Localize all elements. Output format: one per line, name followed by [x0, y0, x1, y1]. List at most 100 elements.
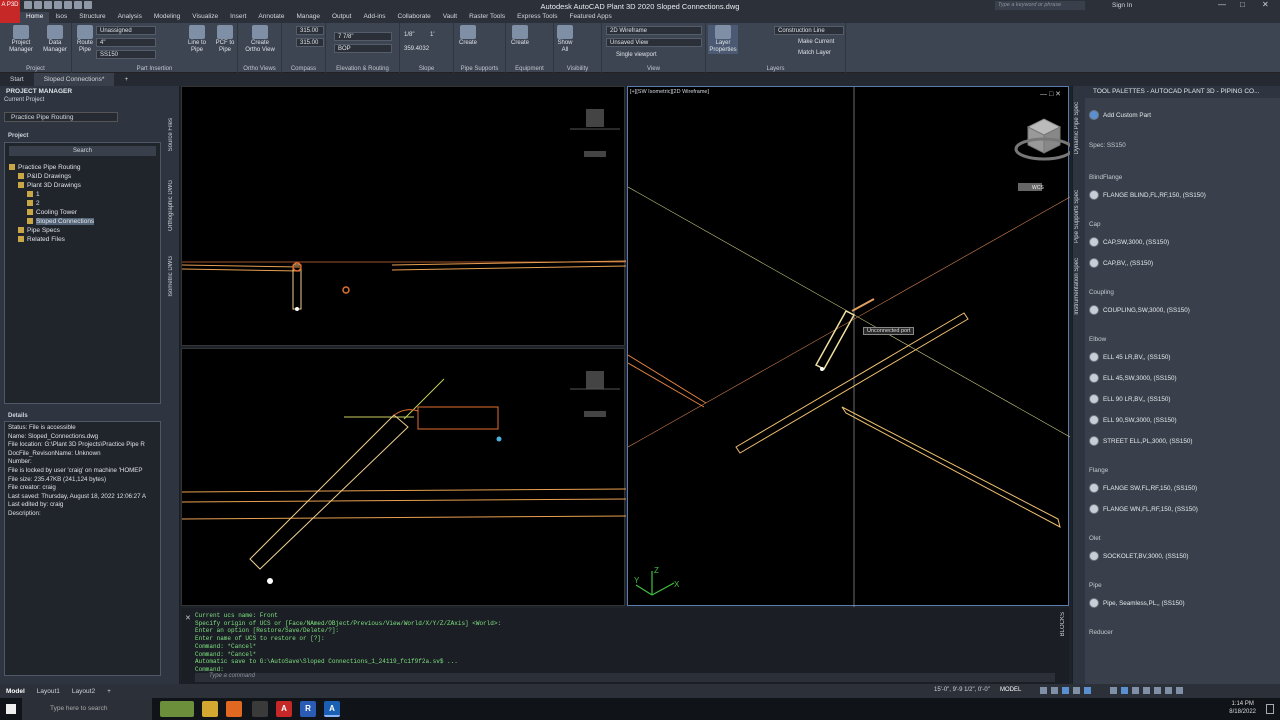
minimize-icon[interactable]: —: [1218, 0, 1226, 9]
current-project-dropdown[interactable]: Practice Pipe Routing: [4, 112, 118, 122]
show-all-button[interactable]: Show All: [554, 25, 576, 54]
palette-part-item[interactable]: CAP,BV,, (SS150): [1089, 258, 1153, 268]
tab-instrumentation-spec[interactable]: Instrumentation Spec: [1074, 258, 1080, 315]
file-explorer-icon[interactable]: [202, 701, 218, 717]
line-to-pipe-button[interactable]: Line to Pipe: [184, 25, 210, 54]
compass-angle2-input[interactable]: 315.00: [296, 38, 324, 47]
palette-part-item[interactable]: ELL 45 LR,BV,, (SS150): [1089, 352, 1170, 362]
viewport-config-dropdown[interactable]: Single viewport: [616, 52, 657, 58]
justification-dropdown[interactable]: BOP: [334, 44, 392, 53]
tab-pipe-supports-spec[interactable]: Pipe Supports Spec: [1074, 190, 1080, 243]
snap-icon[interactable]: [1051, 687, 1058, 694]
ribbon-tab-modeling[interactable]: Modeling: [148, 12, 186, 23]
visual-style-dropdown[interactable]: 2D Wireframe: [606, 26, 702, 35]
ribbon-tab-isos[interactable]: Isos: [49, 12, 73, 23]
tree-item[interactable]: Plant 3D Drawings: [9, 181, 156, 190]
notification-icon[interactable]: [1266, 704, 1274, 714]
tree-item[interactable]: Cooling Tower: [9, 208, 156, 217]
data-manager-button[interactable]: Data Manager: [40, 25, 70, 54]
palette-part-item[interactable]: ELL 90,SW,3000, (SS150): [1089, 415, 1177, 425]
palette-part-item[interactable]: FLANGE WN,FL,RF,150, (SS150): [1089, 504, 1198, 514]
plant3d-icon[interactable]: A: [324, 701, 340, 717]
tab-sloped-connections[interactable]: Sloped Connections*: [33, 73, 115, 86]
autocad-icon[interactable]: A: [276, 701, 292, 717]
ribbon-tab-home[interactable]: Home: [20, 12, 50, 23]
close-icon[interactable]: ✕: [1262, 0, 1269, 9]
ribbon-tab-annotate[interactable]: Annotate: [252, 12, 290, 23]
tree-item[interactable]: P&ID Drawings: [9, 172, 156, 181]
layer-properties-button[interactable]: Layer Properties: [708, 25, 738, 54]
route-pipe-button[interactable]: Route Pipe: [74, 25, 96, 54]
ribbon-tab-insert[interactable]: Insert: [224, 12, 252, 23]
obs-icon[interactable]: [252, 701, 268, 717]
ribbon-tab-structure[interactable]: Structure: [73, 12, 111, 23]
tab-layout1[interactable]: Layout1: [31, 688, 66, 695]
viewport-sw-isometric[interactable]: [+][SW Isometric][2D Wireframe] Z X Y Un…: [627, 86, 1070, 607]
create-support-button[interactable]: Create: [456, 25, 480, 47]
blocks-side-tab[interactable]: BLOCKS: [1060, 612, 1066, 636]
model-space-button[interactable]: MODEL: [1000, 687, 1021, 693]
workspace-icon[interactable]: [1121, 687, 1128, 694]
palette-part-item[interactable]: ELL 90 LR,BV,, (SS150): [1089, 394, 1170, 404]
new-tab-icon[interactable]: +: [114, 73, 138, 86]
tab-model[interactable]: Model: [0, 688, 31, 695]
tab-start[interactable]: Start: [0, 73, 34, 86]
project-manager-button[interactable]: Project Manager: [6, 25, 36, 54]
viewport-controls[interactable]: — □ ✕: [1040, 90, 1061, 98]
create-equipment-button[interactable]: Create: [508, 25, 532, 47]
ribbon-tab-add-ins[interactable]: Add-ins: [357, 12, 391, 23]
palette-part-item[interactable]: SOCKOLET,BV,3000, (SS150): [1089, 551, 1189, 561]
spec-dropdown[interactable]: SS150: [96, 50, 156, 59]
viewport-bottom-left[interactable]: [181, 348, 626, 606]
osnap-icon[interactable]: [1084, 687, 1091, 694]
palette-part-item[interactable]: CAP,SW,3000, (SS150): [1089, 237, 1169, 247]
tab-source-files[interactable]: Source Files: [168, 118, 174, 151]
tree-item[interactable]: Pipe Specs: [9, 226, 156, 235]
slope-rise-input[interactable]: 1/8": [404, 32, 414, 38]
taskbar-search[interactable]: Type here to search: [22, 698, 152, 720]
make-current-button[interactable]: Make Current: [798, 39, 834, 45]
start-button[interactable]: [0, 698, 22, 720]
tree-item[interactable]: Related Files: [9, 235, 156, 244]
system-clock[interactable]: 1:14 PM 8/18/2022: [1229, 700, 1256, 716]
elevation-input[interactable]: 7 7/8": [334, 32, 392, 41]
tree-item[interactable]: 1: [9, 190, 156, 199]
ribbon-tab-manage[interactable]: Manage: [290, 12, 326, 23]
palette-part-item[interactable]: STREET ELL,PL,3000, (SS150): [1089, 436, 1193, 446]
ribbon-tab-analysis[interactable]: Analysis: [112, 12, 148, 23]
tree-item[interactable]: Practice Pipe Routing: [9, 163, 156, 172]
hardware-acceleration-icon[interactable]: [1154, 687, 1161, 694]
close-command-line-icon[interactable]: ✕: [185, 614, 191, 622]
revit-icon[interactable]: R: [300, 701, 316, 717]
clean-screen-icon[interactable]: [1165, 687, 1172, 694]
palette-part-item[interactable]: Pipe, Seamless,PL,, (SS150): [1089, 598, 1185, 608]
add-custom-part-button[interactable]: Add Custom Part: [1089, 110, 1151, 120]
ribbon-tab-featured-apps[interactable]: Featured Apps: [563, 12, 617, 23]
viewcube-icon[interactable]: [586, 371, 604, 389]
slope-run-input[interactable]: 1': [430, 32, 434, 38]
add-layout-icon[interactable]: +: [101, 688, 117, 695]
tree-item[interactable]: 2: [9, 199, 156, 208]
ribbon-tab-collaborate[interactable]: Collaborate: [392, 12, 437, 23]
match-layer-button[interactable]: Match Layer: [798, 50, 831, 56]
palette-part-item[interactable]: COUPLING,SW,3000, (SS150): [1089, 305, 1190, 315]
command-input[interactable]: Type a command: [195, 673, 1055, 682]
tab-layout2[interactable]: Layout2: [66, 688, 101, 695]
layer-dropdown[interactable]: Construction Line: [774, 26, 844, 35]
gear-icon[interactable]: [1132, 687, 1139, 694]
sign-in-link[interactable]: Sign In: [1112, 2, 1132, 9]
annotation-scale-icon[interactable]: [1110, 687, 1117, 694]
help-search-input[interactable]: Type a keyword or phrase: [995, 1, 1085, 10]
tab-dynamic-pipe-spec[interactable]: Dynamic Pipe Spec: [1074, 102, 1080, 154]
palette-part-item[interactable]: FLANGE SW,FL,RF,150, (SS150): [1089, 483, 1197, 493]
ribbon-tab-express-tools[interactable]: Express Tools: [511, 12, 563, 23]
palette-part-item[interactable]: ELL 45,SW,3000, (SS150): [1089, 373, 1177, 383]
maximize-icon[interactable]: □: [1240, 0, 1245, 9]
tree-item[interactable]: Sloped Connections: [9, 217, 156, 226]
tab-isometric-dwg[interactable]: Isometric DWG: [168, 256, 174, 297]
ribbon-tab-output[interactable]: Output: [326, 12, 358, 23]
taskbar-thumbnail[interactable]: [160, 701, 194, 717]
palette-part-item[interactable]: FLANGE BLIND,FL,RF,150, (SS150): [1089, 190, 1206, 200]
ortho-icon[interactable]: [1062, 687, 1069, 694]
named-view-dropdown[interactable]: Unsaved View: [606, 38, 702, 47]
